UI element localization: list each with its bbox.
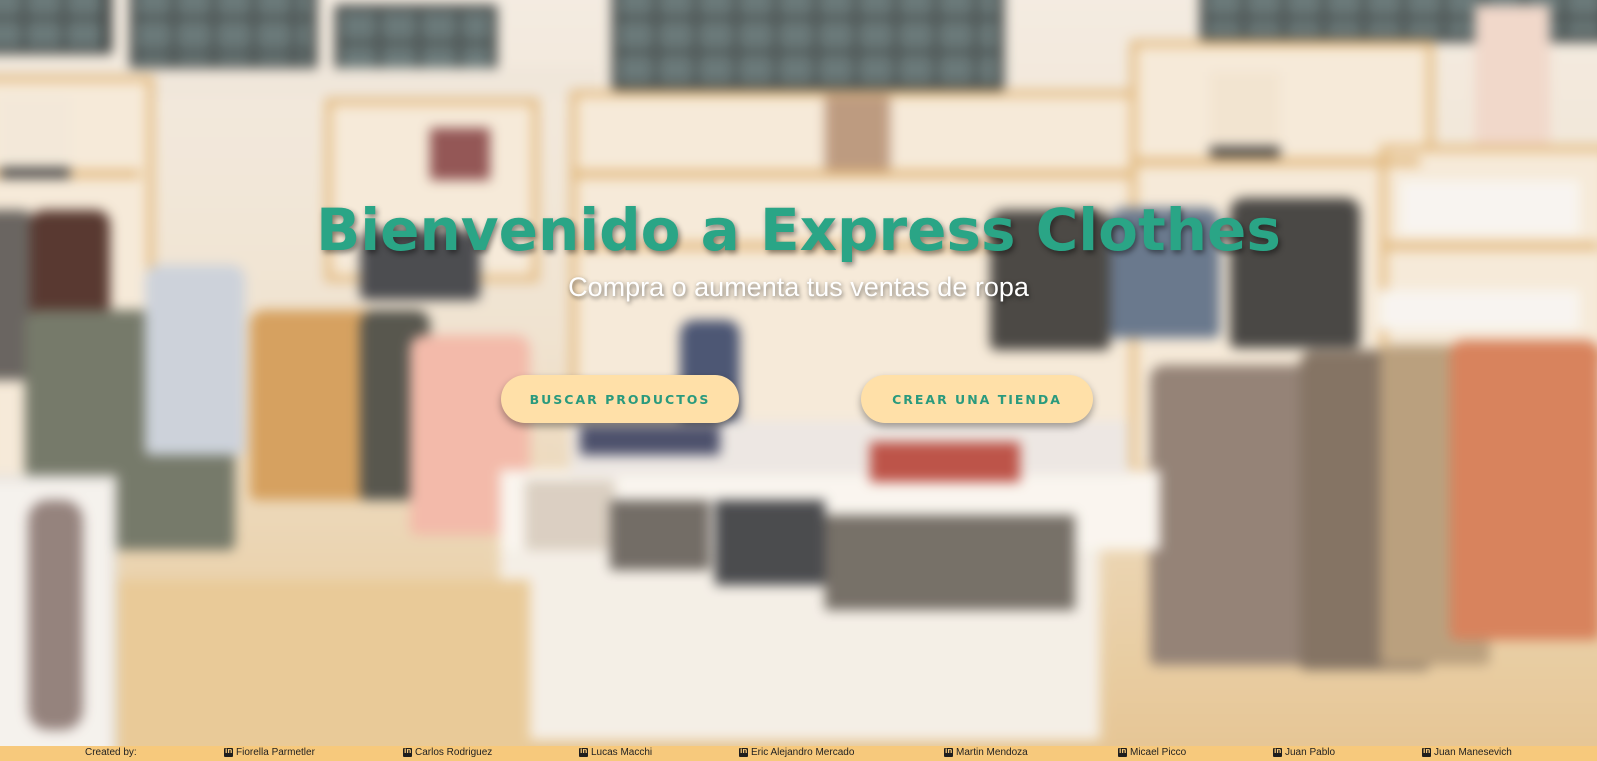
- credit-link-fiorella-parmetler[interactable]: Fiorella Parmetler: [224, 747, 315, 758]
- credit-link-carlos-rodriguez[interactable]: Carlos Rodriguez: [403, 747, 492, 758]
- credit-name: Lucas Macchi: [591, 747, 653, 758]
- credit-name: Carlos Rodriguez: [415, 747, 493, 758]
- credit-name: Martin Mendoza: [956, 747, 1028, 758]
- credit-link-juan-manesevich[interactable]: Juan Manesevich: [1422, 747, 1512, 758]
- linkedin-icon: [739, 747, 748, 757]
- crear-una-tienda-button[interactable]: CREAR UNA TIENDA: [861, 375, 1093, 423]
- credit-name: Eric Alejandro Mercado: [751, 747, 855, 758]
- linkedin-icon: [944, 747, 953, 757]
- hero-subtitle: Compra o aumenta tus ventas de ropa: [568, 272, 1029, 302]
- landing-page: Bienvenido a Express Clothes Compra o au…: [0, 0, 1597, 761]
- credit-link-eric-alejandro-mercado[interactable]: Eric Alejandro Mercado: [739, 747, 854, 758]
- linkedin-icon: [1273, 747, 1282, 757]
- linkedin-icon: [403, 747, 412, 757]
- credit-name: Micael Picco: [1130, 747, 1187, 758]
- credits-footer: Created by: Fiorella Parmetler Carlos Ro…: [0, 746, 1597, 761]
- credit-name: Fiorella Parmetler: [236, 747, 315, 758]
- buscar-productos-button[interactable]: BUSCAR PRODUCTOS: [501, 375, 739, 423]
- credit-name: Juan Pablo: [1285, 747, 1336, 758]
- linkedin-icon: [1118, 747, 1127, 757]
- credit-link-micael-picco[interactable]: Micael Picco: [1118, 747, 1186, 758]
- credit-name: Juan Manesevich: [1434, 747, 1512, 758]
- credit-link-martin-mendoza[interactable]: Martin Mendoza: [944, 747, 1028, 758]
- linkedin-icon: [1422, 747, 1431, 757]
- background-overlay: [0, 0, 1597, 761]
- credit-link-lucas-macchi[interactable]: Lucas Macchi: [579, 747, 652, 758]
- hero-title: Bienvenido a Express Clothes: [316, 196, 1281, 264]
- credit-link-juan-pablo[interactable]: Juan Pablo: [1273, 747, 1335, 758]
- linkedin-icon: [579, 747, 588, 757]
- created-by-label: Created by:: [85, 747, 137, 758]
- linkedin-icon: [224, 747, 233, 757]
